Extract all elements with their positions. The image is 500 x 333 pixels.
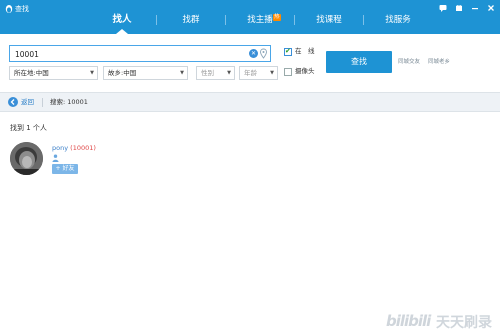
chevron-down-icon: ▼ — [180, 70, 184, 76]
add-friend-button[interactable]: + 好友 — [52, 164, 78, 174]
window-controls — [438, 3, 496, 13]
skin-icon[interactable] — [454, 3, 464, 13]
result-nick[interactable]: pony — [52, 144, 68, 152]
gender-select[interactable]: 性别 ▼ — [196, 66, 235, 80]
title-bar: 查找 找人 找群 找主播 热 找课程 找服务 — [0, 0, 500, 34]
chevron-down-icon: ▼ — [90, 70, 94, 76]
age-select-value: 年龄 — [244, 69, 257, 77]
tab-label: 找课程 — [316, 15, 342, 25]
watermark-text: 天天刷录 — [436, 315, 492, 331]
age-select[interactable]: 年龄 ▼ — [239, 66, 278, 80]
watermark: bilibili 天天刷录 — [386, 306, 498, 332]
same-hometown-link[interactable]: 同城老乡 — [428, 58, 450, 66]
gender-select-value: 性别 — [201, 69, 214, 77]
back-button[interactable]: 返回 — [21, 98, 34, 107]
tab-find-groups[interactable]: 找群 — [157, 9, 225, 34]
minimize-icon[interactable] — [470, 3, 480, 13]
breadcrumb: 返回 搜索: 10001 — [0, 92, 500, 112]
close-icon[interactable] — [486, 3, 496, 13]
result-count: 找到 1 个人 — [10, 124, 47, 132]
tab-find-streamers[interactable]: 找主播 热 — [226, 9, 294, 34]
tab-label: 找主播 — [247, 15, 273, 25]
breadcrumb-divider — [42, 98, 43, 107]
main-tabs: 找人 找群 找主播 热 找课程 找服务 — [88, 9, 432, 34]
avatar[interactable] — [10, 142, 43, 175]
tab-label: 找群 — [182, 15, 200, 25]
chevron-down-icon: ▼ — [270, 70, 274, 76]
tab-find-people[interactable]: 找人 — [88, 9, 156, 34]
same-city-link[interactable]: 同城交友 — [398, 58, 420, 66]
bilibili-logo: bilibili — [386, 310, 433, 333]
qq-penguin-icon — [4, 4, 14, 14]
svg-text:bilibili: bilibili — [386, 312, 432, 330]
person-icon — [52, 154, 59, 162]
search-panel: ✕ 所在地:中国 ▼ 故乡:中国 ▼ 性别 ▼ 年龄 ▼ 在 线 摄像头 查找 … — [0, 34, 500, 88]
hot-badge: 热 — [273, 14, 281, 21]
location-pin-icon[interactable] — [259, 48, 268, 59]
message-icon[interactable] — [438, 3, 448, 13]
camera-label: 摄像头 — [295, 67, 315, 75]
tab-label: 找人 — [112, 14, 132, 25]
clear-icon[interactable]: ✕ — [249, 49, 258, 58]
hometown-select[interactable]: 故乡:中国 ▼ — [103, 66, 188, 80]
window-title: 查找 — [15, 5, 29, 13]
result-name[interactable]: pony (10001) — [52, 144, 96, 153]
location-select-value: 所在地:中国 — [14, 69, 49, 77]
online-checkbox[interactable] — [284, 47, 292, 56]
search-input-box[interactable]: ✕ — [9, 45, 271, 62]
back-arrow-icon[interactable] — [8, 97, 18, 107]
result-qq-number: (10001) — [70, 144, 96, 152]
camera-checkbox[interactable] — [284, 68, 292, 76]
search-button[interactable]: 查找 — [326, 51, 392, 73]
tab-find-services[interactable]: 找服务 — [364, 9, 432, 34]
chevron-down-icon: ▼ — [227, 70, 231, 76]
online-label: 在 线 — [295, 47, 315, 55]
location-select[interactable]: 所在地:中国 ▼ — [9, 66, 98, 80]
search-input[interactable] — [15, 48, 245, 60]
tab-find-courses[interactable]: 找课程 — [295, 9, 363, 34]
search-query-text: 搜索: 10001 — [50, 98, 88, 106]
hometown-select-value: 故乡:中国 — [108, 69, 137, 77]
tab-label: 找服务 — [385, 15, 411, 25]
